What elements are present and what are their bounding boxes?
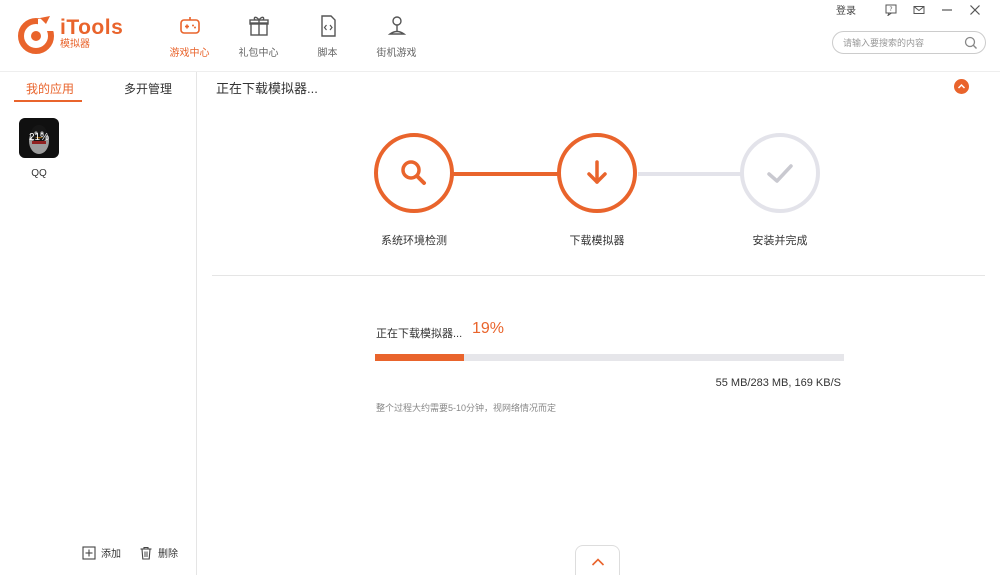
tab-multi-instance[interactable]: 多开管理: [124, 80, 172, 97]
download-size-speed: 55 MB/283 MB, 169 KB/S: [715, 377, 841, 389]
search-box: [832, 31, 986, 54]
script-icon: [320, 15, 336, 37]
close-icon: [970, 4, 980, 15]
close-button[interactable]: [968, 3, 982, 17]
delete-app-button[interactable]: 删除: [139, 545, 178, 560]
logo-title: iTools: [60, 16, 124, 39]
step-connector-pending: [638, 172, 744, 176]
add-app-button[interactable]: 添加: [82, 545, 121, 560]
app-download-progress: 21%: [19, 118, 59, 158]
sidebar: 我的应用 多开管理 21% QQ 添加 删除: [0, 72, 197, 575]
nav-label: 礼包中心: [238, 48, 279, 59]
step-check-environment: [374, 133, 454, 213]
minimize-button[interactable]: [940, 3, 954, 17]
nav-label: 脚本: [317, 48, 338, 59]
feedback-icon: ?: [885, 4, 897, 16]
delete-label: 删除: [158, 549, 178, 560]
joystick-icon: [387, 16, 406, 35]
download-hint: 整个过程大约需要5-10分钟，视网络情况而定: [376, 403, 557, 413]
step-install-complete: [740, 133, 820, 213]
collapse-button[interactable]: [954, 79, 969, 94]
app-tile-qq[interactable]: 21%: [19, 118, 59, 158]
top-bar: iTools 模拟器 游戏中心 礼包中心 脚本 街机游戏 登录 ? 请输入要搜索…: [0, 0, 1000, 72]
main-nav: 游戏中心 礼包中心 脚本 街机游戏: [155, 14, 431, 60]
search-icon[interactable]: [963, 35, 979, 51]
nav-arcade[interactable]: 街机游戏: [362, 14, 431, 60]
logo: iTools 模拟器: [16, 14, 123, 54]
download-progress-bar: [375, 354, 844, 361]
nav-label: 街机游戏: [376, 48, 417, 59]
nav-game-center[interactable]: 游戏中心: [155, 14, 224, 60]
step-label: 系统环境检测: [381, 235, 447, 247]
logo-subtitle: 模拟器: [60, 39, 90, 50]
nav-gift-center[interactable]: 礼包中心: [224, 14, 293, 60]
check-icon: [767, 164, 793, 183]
progress-fill: [375, 354, 465, 361]
sidebar-tabs: 我的应用 多开管理: [0, 72, 197, 102]
progress-percent: 19%: [472, 320, 505, 337]
active-tab-indicator: [14, 100, 82, 102]
step-label: 下载模拟器: [569, 235, 625, 247]
app-name: QQ: [31, 168, 47, 179]
trash-icon: [140, 546, 152, 560]
login-link[interactable]: 登录: [836, 2, 856, 17]
step-connector-done: [440, 172, 560, 176]
itools-logo-icon: [16, 14, 56, 54]
gift-icon: [248, 16, 269, 36]
gamepad-icon: [179, 17, 200, 34]
progress-status: 正在下载模拟器...: [376, 328, 463, 340]
step-download: [557, 133, 637, 213]
section-divider: [212, 275, 985, 276]
message-button[interactable]: [912, 3, 926, 17]
install-steps: 系统环境检测 下载模拟器 安装并完成: [360, 133, 830, 253]
expand-panel-button[interactable]: [575, 545, 620, 575]
add-label: 添加: [101, 549, 121, 560]
mail-icon: [913, 5, 925, 14]
nav-script[interactable]: 脚本: [293, 14, 362, 60]
sidebar-actions: 添加 删除: [82, 545, 196, 560]
page-title: 正在下载模拟器...: [216, 81, 318, 96]
chevron-up-icon: [591, 558, 605, 566]
window-controls: 登录 ?: [836, 2, 982, 17]
nav-label: 游戏中心: [169, 48, 210, 59]
app-window: iTools 模拟器 游戏中心 礼包中心 脚本 街机游戏 登录 ? 请输入要搜索…: [0, 0, 1000, 575]
tab-my-apps[interactable]: 我的应用: [26, 80, 74, 97]
step-label: 安装并完成: [752, 235, 808, 247]
feedback-button[interactable]: ?: [884, 3, 898, 17]
search-input[interactable]: [843, 35, 961, 51]
add-icon: [82, 545, 96, 560]
chevron-up-icon: [957, 83, 966, 89]
download-arrow-icon: [587, 160, 607, 184]
minimize-icon: [942, 8, 952, 11]
search-icon: [401, 160, 426, 185]
svg-text:?: ?: [889, 6, 892, 13]
